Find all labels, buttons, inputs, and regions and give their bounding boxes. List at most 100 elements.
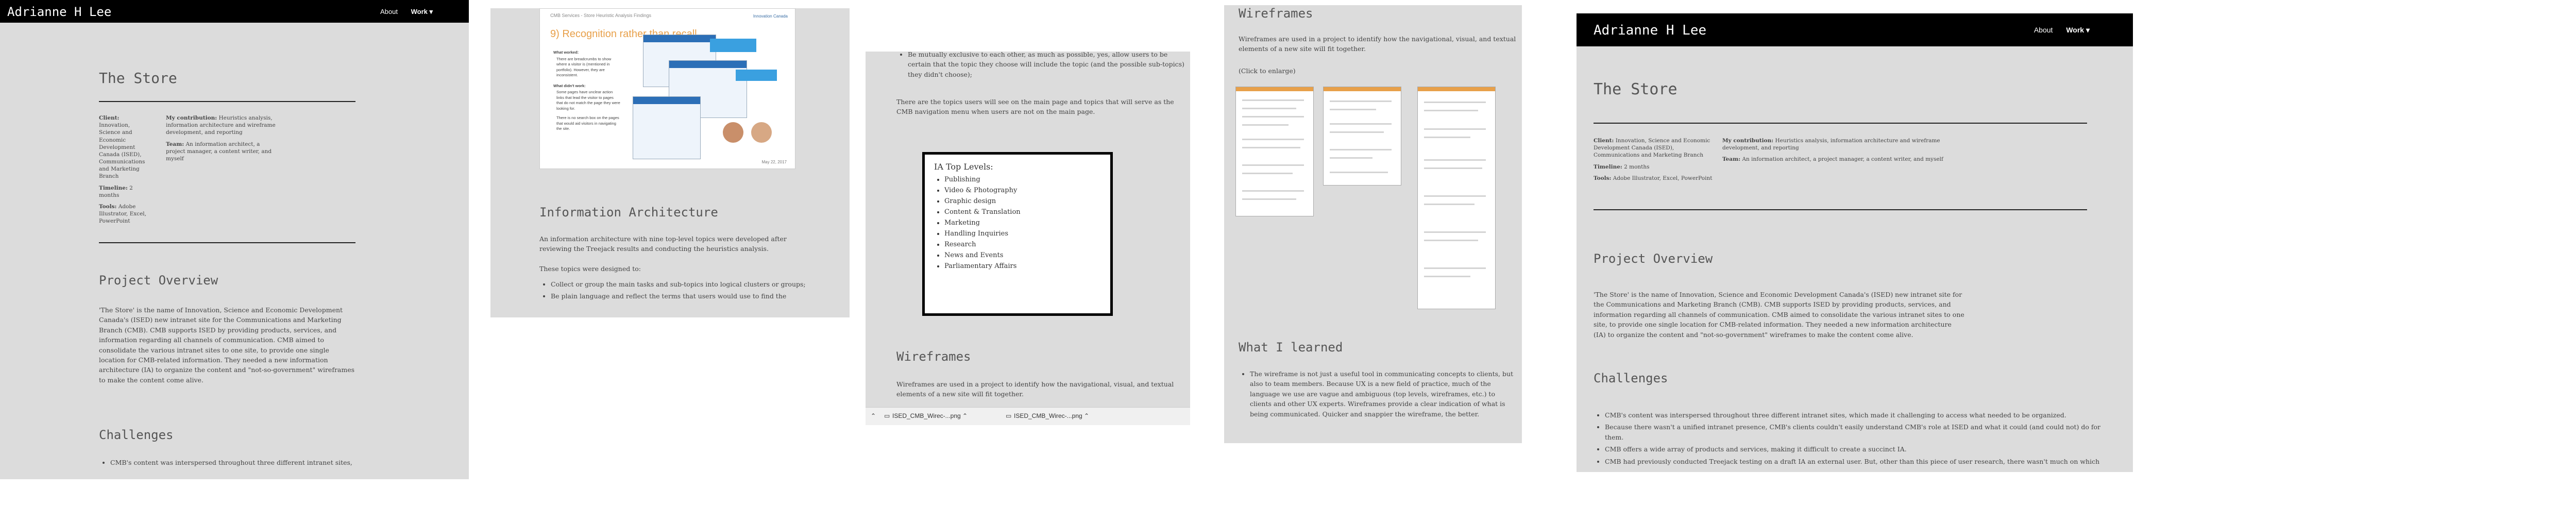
heuristic-slide-image[interactable]: CMB Services - Store Heuristic Analysis … — [539, 8, 795, 169]
team-label: Team: — [1722, 156, 1741, 163]
challenges-heading: Challenges — [1594, 371, 1668, 385]
client-value: Innovation, Science and Economic Develop… — [99, 122, 145, 180]
wireframe-thumbnail-3[interactable] — [1417, 87, 1496, 309]
top-nav-bar: Adrianne H Lee About Work ▾ — [0, 0, 469, 23]
download-chevron-icon[interactable]: ⌃ — [871, 412, 876, 419]
page-title: The Store — [1594, 80, 1677, 98]
browser-download-bar: ⌃ ▭ ISED_CMB_Wirec-...png ⌃ ▭ ISED_CMB_W… — [866, 407, 1190, 425]
project-overview-heading: Project Overview — [99, 273, 218, 288]
ia-criteria-list: Collect or group the main tasks and sub-… — [539, 279, 808, 304]
ia-criterion: Be plain language and reflect the terms … — [551, 291, 808, 301]
slide-logo: Innovation Canada — [753, 14, 788, 19]
challenge-item: CMB's content was interspersed throughou… — [1605, 410, 2110, 420]
download-item-1[interactable]: ISED_CMB_Wirec-...png — [892, 412, 961, 419]
wireframe-thumbnail-1[interactable] — [1235, 87, 1314, 216]
title-divider — [1594, 123, 2087, 124]
download-menu-icon[interactable]: ⌃ — [962, 412, 968, 419]
download-menu-icon[interactable]: ⌃ — [1084, 412, 1089, 419]
ia-top-levels-list: Publishing Video & Photography Graphic d… — [934, 176, 1101, 270]
top-level-item: Video & Photography — [944, 187, 1101, 194]
site-brand[interactable]: Adrianne H Lee — [1594, 23, 1706, 38]
ia-topics-text: There are the topics users will see on t… — [896, 98, 1174, 116]
site-brand[interactable]: Adrianne H Lee — [7, 5, 111, 19]
tools-label: Tools: — [99, 203, 117, 210]
screenshot-panel-3: Be mutually exclusive to each other, as … — [866, 52, 1190, 425]
challenges-list: CMB's content was interspersed throughou… — [1594, 410, 2110, 468]
top-level-item: Marketing — [944, 219, 1101, 227]
project-overview-text: 'The Store' is the name of Innovation, S… — [99, 306, 355, 384]
wireframes-heading: Wireframes — [896, 349, 971, 364]
main-nav: About Work ▾ — [2023, 26, 2090, 35]
top-level-item: News and Events — [944, 251, 1101, 259]
top-level-item: Research — [944, 241, 1101, 248]
challenge-item: CMB had previously conducted Treejack te… — [1605, 457, 2110, 466]
download-file-icon: ▭ — [884, 412, 890, 419]
timeline-value: 2 months — [1624, 163, 1650, 170]
challenge-item: CMB's content was interspersed throughou… — [110, 458, 368, 467]
team-label: Team: — [166, 141, 184, 147]
slide-photo-2 — [751, 122, 772, 143]
wireframes-heading: Wireframes — [1239, 6, 1313, 21]
client-label: Client: — [99, 115, 120, 121]
what-i-learned-list: The wireframe is not just a useful tool … — [1239, 369, 1518, 421]
project-overview-heading: Project Overview — [1594, 251, 1713, 266]
download-file-icon: ▭ — [1006, 412, 1012, 419]
challenge-item: CMB offers a wide array of products and … — [1605, 444, 2110, 454]
challenge-item: Because there wasn't a unified intranet … — [1605, 422, 2110, 442]
top-level-item: Parliamentary Affairs — [944, 262, 1101, 270]
nav-work[interactable]: Work ▾ — [411, 8, 433, 15]
nav-work[interactable]: Work ▾ — [2066, 26, 2090, 34]
wireframes-text: Wireframes are used in a project to iden… — [1239, 35, 1516, 53]
client-label: Client: — [1594, 138, 1614, 144]
ia-top-levels-title: IA Top Levels: — [934, 162, 993, 172]
ia-criterion: Be mutually exclusive to each other, as … — [908, 52, 1186, 79]
nav-about[interactable]: About — [380, 8, 398, 15]
slide-callout-1 — [710, 39, 756, 52]
slide-left-column: What worked: There are breadcrumbs to sh… — [553, 50, 620, 132]
slide-photo-1 — [723, 122, 743, 143]
slide-header: CMB Services - Store Heuristic Analysis … — [550, 13, 652, 18]
main-nav: About Work ▾ — [369, 8, 433, 16]
slide-didnt-text-1: Some pages have unclear action links tha… — [556, 90, 620, 111]
tools-value: Adobe Illustrator, Excel, PowerPoint — [1613, 175, 1713, 181]
slide-callout-2 — [736, 70, 777, 81]
page-title: The Store — [99, 70, 177, 87]
ia-criterion: Collect or group the main tasks and sub-… — [551, 279, 808, 289]
slide-footer: May 22, 2017 — [761, 160, 787, 164]
wireframe-thumbnail-2[interactable] — [1323, 87, 1401, 186]
team-value: An information architect, a project mana… — [1742, 156, 1943, 163]
screenshot-panel-1: Adrianne H Lee About Work ▾ The Store Cl… — [0, 0, 469, 479]
project-meta-left: Client: Innovation, Science and Economic… — [1594, 137, 1717, 182]
project-meta-left: Client: Innovation, Science and Economic… — [99, 114, 150, 225]
slide-worked-text: There are breadcrumbs to show where a vi… — [556, 56, 612, 78]
contribution-label: My contribution: — [1722, 138, 1774, 144]
slide-screenshot-3 — [633, 96, 701, 159]
project-meta-right: My contribution: Heuristics analysis, in… — [166, 114, 279, 162]
screenshot-panel-4: Wireframes Wireframes are used in a proj… — [1224, 5, 1522, 443]
challenges-heading: Challenges — [99, 428, 174, 442]
slide-didnt-text-2: There is no search box on the pages that… — [556, 115, 619, 131]
click-to-enlarge-text: (Click to enlarge) — [1239, 67, 1296, 75]
top-level-item: Content & Translation — [944, 208, 1101, 216]
timeline-label: Timeline: — [1594, 163, 1622, 170]
ia-intro-text: An information architecture with nine to… — [539, 235, 787, 253]
meta-divider — [1594, 209, 2087, 210]
screenshot-panel-2: CMB Services - Store Heuristic Analysis … — [490, 8, 850, 317]
project-overview-text: 'The Store' is the name of Innovation, S… — [1594, 291, 1964, 339]
top-level-item: Graphic design — [944, 197, 1101, 205]
screenshot-panel-5: Adrianne H Lee About Work ▾ The Store Cl… — [1577, 13, 2133, 472]
learned-item: The wireframe is not just a useful tool … — [1250, 369, 1518, 419]
ia-heading: Information Architecture — [539, 205, 718, 220]
nav-about[interactable]: About — [2034, 26, 2053, 34]
download-item-2[interactable]: ISED_CMB_Wirec-...png — [1014, 412, 1082, 419]
slide-didnt-label: What didn't work: — [553, 83, 586, 88]
top-nav-bar: Adrianne H Lee About Work ▾ — [1577, 13, 2133, 46]
ia-criteria-list-cont: Be mutually exclusive to each other, as … — [896, 52, 1186, 81]
top-level-item: Publishing — [944, 176, 1101, 183]
top-level-item: Handling Inquiries — [944, 230, 1101, 238]
title-divider — [99, 101, 355, 102]
wireframes-text: Wireframes are used in a project to iden… — [896, 380, 1174, 398]
slide-worked-label: What worked: — [553, 50, 579, 55]
project-meta-right: My contribution: Heuristics analysis, in… — [1722, 137, 1959, 163]
contribution-label: My contribution: — [166, 115, 217, 121]
